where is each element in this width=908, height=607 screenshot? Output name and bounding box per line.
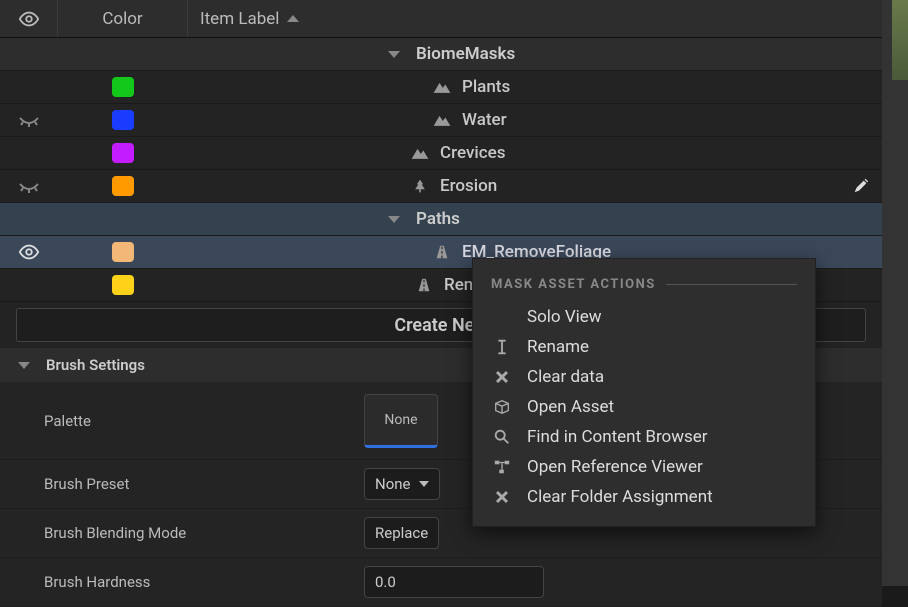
group-paths[interactable]: Paths xyxy=(0,203,882,236)
layer-row-crevices[interactable]: Crevices xyxy=(0,137,882,170)
setting-label: Brush Blending Mode xyxy=(0,524,352,542)
divider xyxy=(666,284,797,285)
menu-find-content-browser[interactable]: Find in Content Browser xyxy=(473,422,815,452)
menu-label: Clear data xyxy=(527,367,604,387)
road-icon xyxy=(432,244,452,260)
menu-open-asset[interactable]: Open Asset xyxy=(473,392,815,422)
box-icon xyxy=(491,398,513,416)
tree-icon xyxy=(410,178,430,194)
chevron-down-icon xyxy=(388,51,400,58)
dropdown-value: Replace xyxy=(375,524,428,542)
brush-preset-dropdown[interactable]: None xyxy=(364,468,440,500)
menu-label: Clear Folder Assignment xyxy=(527,487,713,507)
menu-label: Open Asset xyxy=(527,397,614,417)
edit-icon[interactable] xyxy=(852,177,870,195)
color-swatch[interactable] xyxy=(112,143,134,163)
palette-thumbnail[interactable]: None xyxy=(364,394,438,448)
color-swatch[interactable] xyxy=(112,275,134,295)
setting-label: Brush Hardness xyxy=(0,573,352,591)
layer-row-plants[interactable]: Plants xyxy=(0,71,882,104)
menu-reference-viewer[interactable]: Open Reference Viewer xyxy=(473,452,815,482)
hidden-eye-icon[interactable] xyxy=(17,112,41,128)
hidden-eye-icon[interactable] xyxy=(17,178,41,194)
rename-icon xyxy=(491,338,513,356)
mountain-icon xyxy=(410,145,430,161)
viewport-edge xyxy=(882,0,908,586)
setting-label: Palette xyxy=(0,412,352,430)
group-label: Paths xyxy=(416,209,460,229)
menu-label: Solo View xyxy=(527,307,602,327)
column-headers: Color Item Label xyxy=(0,0,882,38)
context-menu-title: MASK ASSET ACTIONS xyxy=(491,277,656,292)
context-menu: MASK ASSET ACTIONS Solo View Rename Clea… xyxy=(472,258,816,527)
menu-rename[interactable]: Rename xyxy=(473,332,815,362)
close-icon xyxy=(491,369,513,385)
color-header[interactable]: Color xyxy=(58,0,188,37)
graph-icon xyxy=(491,458,513,476)
setting-label: Brush Preset xyxy=(0,475,352,493)
layer-label: Plants xyxy=(462,77,510,97)
road-icon xyxy=(414,277,434,293)
menu-label: Open Reference Viewer xyxy=(527,457,703,477)
search-icon xyxy=(491,428,513,446)
mountain-icon xyxy=(432,79,452,95)
chevron-down-icon xyxy=(18,362,30,369)
menu-label: Find in Content Browser xyxy=(527,427,708,447)
color-swatch[interactable] xyxy=(112,110,134,130)
label-header[interactable]: Item Label xyxy=(188,9,882,29)
chevron-down-icon xyxy=(419,481,429,487)
color-swatch[interactable] xyxy=(112,242,134,262)
dropdown-value: None xyxy=(375,475,411,493)
chevron-down-icon xyxy=(388,216,400,223)
close-icon xyxy=(491,489,513,505)
menu-clear-folder[interactable]: Clear Folder Assignment xyxy=(473,482,815,512)
color-swatch[interactable] xyxy=(112,77,134,97)
label-header-text: Item Label xyxy=(200,9,279,29)
layer-row-erosion[interactable]: Erosion xyxy=(0,170,882,203)
input-value: 0.0 xyxy=(375,573,396,591)
mountain-icon xyxy=(432,112,452,128)
layer-label: Crevices xyxy=(440,143,505,163)
visibility-header[interactable] xyxy=(0,0,58,37)
section-title: Brush Settings xyxy=(46,356,145,374)
context-menu-header: MASK ASSET ACTIONS xyxy=(473,271,815,302)
menu-label: Rename xyxy=(527,337,589,357)
eye-icon[interactable] xyxy=(18,241,40,263)
layer-label: Erosion xyxy=(440,176,497,196)
brush-hardness-input[interactable]: 0.0 xyxy=(364,566,544,598)
brush-blend-dropdown[interactable]: Replace xyxy=(364,517,439,549)
color-swatch[interactable] xyxy=(112,176,134,196)
menu-solo-view[interactable]: Solo View xyxy=(473,302,815,332)
group-biomemasks[interactable]: BiomeMasks xyxy=(0,38,882,71)
layer-row-water[interactable]: Water xyxy=(0,104,882,137)
setting-brush-hardness: Brush Hardness 0.0 xyxy=(0,558,882,607)
group-label: BiomeMasks xyxy=(416,44,515,64)
menu-clear-data[interactable]: Clear data xyxy=(473,362,815,392)
sort-ascending-icon xyxy=(287,15,299,22)
layer-label: Water xyxy=(462,110,507,130)
eye-icon xyxy=(18,8,40,30)
